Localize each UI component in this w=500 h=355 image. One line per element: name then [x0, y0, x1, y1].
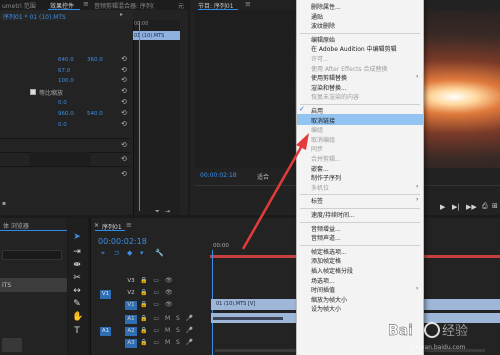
svg-text:jingyan.baidu.com: jingyan.baidu.com — [409, 344, 466, 351]
annotation-arrow — [241, 133, 309, 250]
svg-text:Bai: Bai — [388, 323, 413, 339]
svg-text:经验: 经验 — [442, 323, 468, 339]
watermark-logo: Bai 经验 jingyan.baidu.com — [388, 322, 468, 351]
